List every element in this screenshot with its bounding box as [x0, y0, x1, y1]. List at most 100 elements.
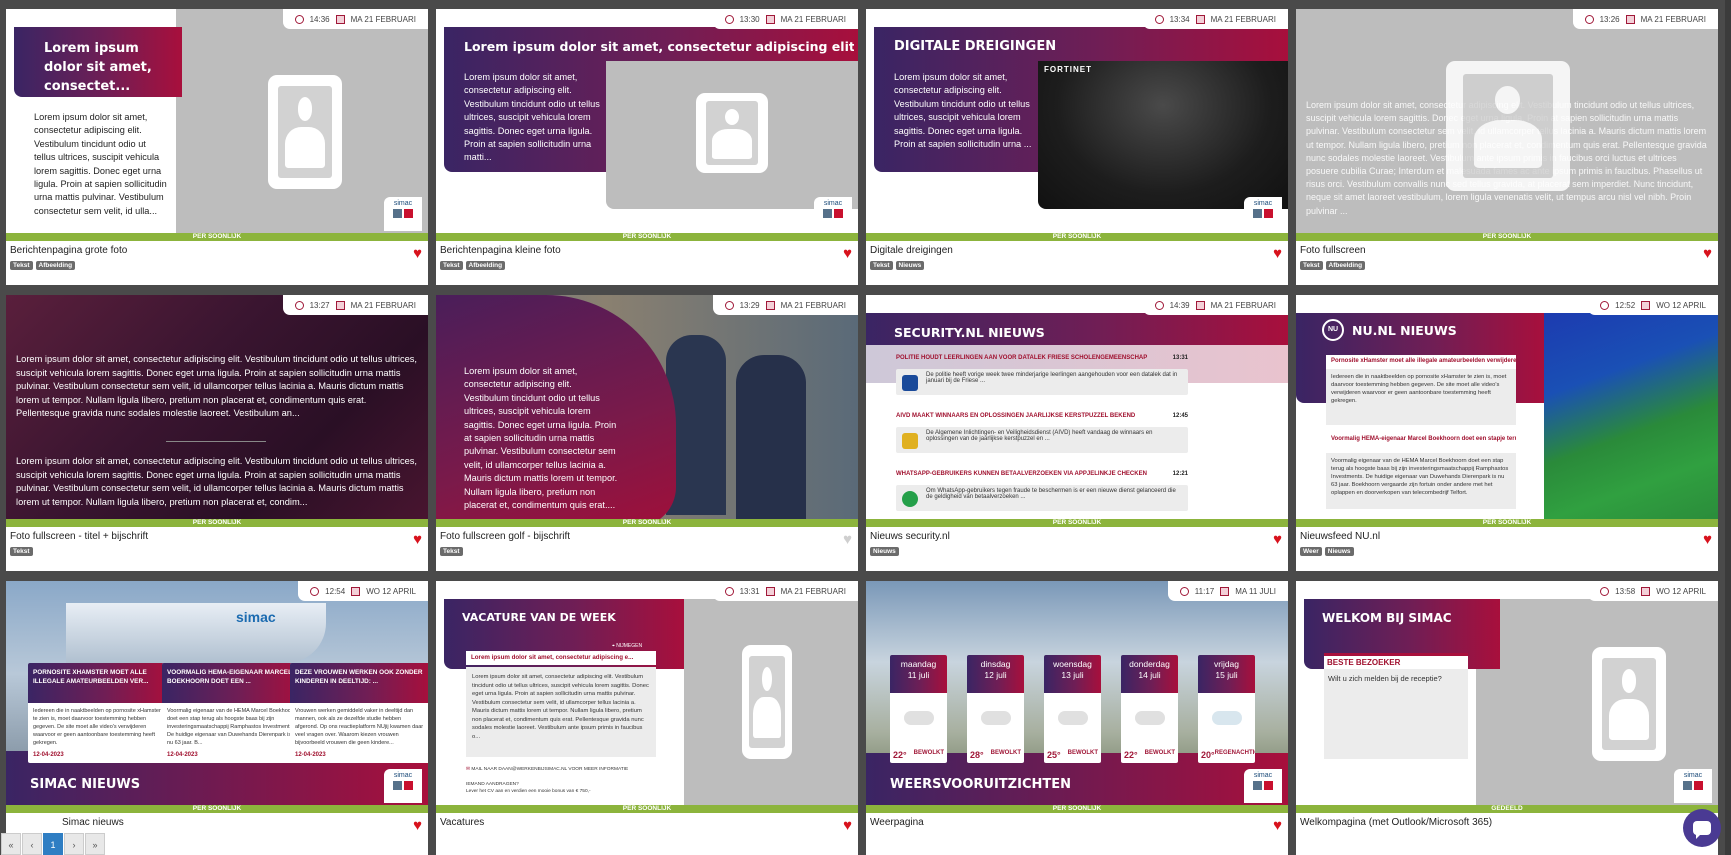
template-name: Simac nieuws — [62, 817, 124, 828]
calendar-icon — [351, 586, 361, 596]
job-description: Lorem ipsum dolor sit amet, consectetur … — [466, 667, 656, 757]
template-card[interactable]: FORTINET DIGITALE DREIGINGEN Lorem ipsum… — [866, 9, 1288, 285]
template-name: Foto fullscreen - titel + bijschrift — [10, 531, 149, 542]
favorite-heart-icon[interactable]: ♥ — [843, 818, 852, 833]
slide-title: NU.NL NIEUWS — [1352, 323, 1457, 338]
template-preview[interactable]: SECURITY.NL NIEUWS POLITIE HOUDT LEERLIN… — [866, 295, 1288, 527]
pager-first-button[interactable]: « — [1, 833, 21, 855]
police-icon — [902, 375, 918, 391]
template-card[interactable]: WELKOM BIJ SIMAC BESTE BEZOEKER Wilt u z… — [1296, 581, 1718, 855]
image-placeholder-icon — [696, 93, 768, 173]
template-card[interactable]: Lorem ipsum dolor sit amet, consectetur … — [436, 295, 858, 571]
slide-date: MA 21 FEBRUARI — [780, 300, 846, 310]
slide-title: WELKOM BIJ SIMAC — [1322, 611, 1452, 625]
tag-badge: Tekst — [440, 261, 463, 270]
tag-badge: Tekst — [440, 547, 463, 556]
pager-next-button[interactable]: › — [64, 833, 84, 855]
template-card[interactable]: simac PORNOSITE XHAMSTER MOET ALLE ILLEG… — [6, 581, 428, 855]
template-name: Berichtenpagina grote foto — [10, 245, 128, 256]
news-item: De Algemene Inlichtingen- en Veiligheids… — [896, 427, 1188, 453]
divider — [166, 441, 266, 442]
calendar-icon — [765, 586, 775, 596]
news-headline: VOORMALIG HEMA-EIGENAAR MARCEL BOEKHOORN… — [162, 663, 302, 703]
slide-time: 13:58 — [1615, 586, 1636, 596]
template-card[interactable]: maandag 11 juli 22° BEWOLKT dinsdag 12 juli 2… — [866, 581, 1288, 855]
slide-time: 14:39 — [1169, 300, 1190, 310]
calendar-icon — [335, 14, 345, 24]
favorite-heart-icon[interactable]: ♥ — [1703, 246, 1712, 261]
tag-badge: Tekst — [870, 261, 893, 270]
calendar-icon — [1195, 14, 1205, 24]
template-card[interactable]: Lorem ipsum dolor sit amet, consectet...… — [6, 9, 428, 285]
calendar-icon — [765, 14, 775, 24]
template-card[interactable]: Lorem ipsum dolor sit amet, consectetur … — [6, 295, 428, 571]
news-date: 12-04-2023 — [33, 752, 64, 758]
news-headline: POLITIE HOUDT LEERLINGEN AAN VOOR DATALE… — [896, 355, 1148, 361]
pager-last-button[interactable]: » — [85, 833, 105, 855]
favorite-heart-icon[interactable]: ♥ — [1703, 532, 1712, 547]
scrollbar[interactable] — [1725, 0, 1731, 855]
calendar-icon — [1641, 586, 1651, 596]
template-card[interactable]: Lorem ipsum dolor sit amet, consectetur … — [436, 9, 858, 285]
template-preview[interactable]: Lorem ipsum dolor sit amet, consectetur … — [6, 295, 428, 527]
template-card[interactable]: VACATURE VAN DE WEEK ⌖ NIJMEGEN Lorem ip… — [436, 581, 858, 855]
job-mail: ✉ MAIL NAAR DAAN@WERKENBIJSIMAC.NL VOOR … — [466, 767, 629, 772]
slide-time: 14:36 — [309, 14, 330, 24]
person-silhouette — [736, 355, 806, 525]
news-headline: Pornosite xHamster moet alle illegale am… — [1326, 355, 1516, 369]
favorite-heart-icon[interactable]: ♥ — [413, 818, 422, 833]
favorite-heart-icon[interactable]: ♥ — [843, 532, 852, 547]
favorite-heart-icon[interactable]: ♥ — [1273, 532, 1282, 547]
template-preview[interactable]: maandag 11 juli 22° BEWOLKT dinsdag 12 juli 2… — [866, 581, 1288, 813]
slide-time: 12:54 — [325, 586, 346, 596]
slide-date: MA 21 FEBRUARI — [780, 586, 846, 596]
template-card[interactable]: Lorem ipsum dolor sit amet, consectetur … — [1296, 9, 1718, 285]
template-preview[interactable]: Lorem ipsum dolor sit amet, consectet...… — [6, 9, 428, 241]
template-preview[interactable]: WELKOM BIJ SIMAC BESTE BEZOEKER Wilt u z… — [1296, 581, 1718, 813]
template-preview[interactable]: FORTINET DIGITALE DREIGINGEN Lorem ipsum… — [866, 9, 1288, 241]
video-brand: FORTINET — [1044, 65, 1092, 74]
simac-logo-icon: simac — [384, 197, 422, 231]
template-card[interactable]: SECURITY.NL NIEUWS POLITIE HOUDT LEERLIN… — [866, 295, 1288, 571]
favorite-heart-icon[interactable]: ♥ — [413, 532, 422, 547]
favorite-heart-icon[interactable]: ♥ — [1273, 246, 1282, 261]
pager-page-button[interactable]: 1 — [43, 833, 63, 855]
clock-icon — [1600, 300, 1610, 310]
favorite-heart-icon[interactable]: ♥ — [1273, 818, 1282, 833]
chat-bubble-icon[interactable] — [1683, 809, 1721, 847]
template-preview[interactable]: Lorem ipsum dolor sit amet, consectetur … — [436, 295, 858, 527]
clock-icon — [1154, 300, 1164, 310]
slide-date: MA 21 FEBRUARI — [780, 14, 846, 24]
news-headline: WHATSAPP-GEBRUIKERS KUNNEN BETAALVERZOEK… — [896, 471, 1147, 477]
news-card: DEZE VROUWEN WERKEN OOK ZONDER KINDEREN … — [290, 663, 428, 763]
slide-title: Lorem ipsum dolor sit amet, consectet... — [44, 41, 152, 94]
pager-prev-button[interactable]: ‹ — [22, 833, 42, 855]
building-photo: simac — [66, 603, 326, 663]
simac-logo-icon: simac — [384, 769, 422, 803]
tag-badge: Nieuws — [895, 261, 925, 270]
slide-title: DIGITALE DREIGINGEN — [894, 39, 1057, 54]
calendar-icon — [1220, 586, 1230, 596]
slide-topbar: 12:52 WO 12 APRIL — [1588, 295, 1718, 315]
template-card[interactable]: NU NU.NL NIEUWS Pornosite xHamster moet … — [1296, 295, 1718, 571]
clock-icon — [1600, 586, 1610, 596]
news-headline: AIVD MAAKT WINNAARS EN OPLOSSINGEN JAARL… — [896, 413, 1136, 419]
favorite-heart-icon[interactable]: ♥ — [413, 246, 422, 261]
slide-time: 11:17 — [1194, 586, 1215, 596]
template-preview[interactable]: Lorem ipsum dolor sit amet, consectetur … — [1296, 9, 1718, 241]
aivd-icon — [902, 433, 918, 449]
template-preview[interactable]: simac PORNOSITE XHAMSTER MOET ALLE ILLEG… — [6, 581, 428, 813]
weather-radar-map — [1544, 313, 1718, 527]
news-headline: PORNOSITE XHAMSTER MOET ALLE ILLEGALE AM… — [28, 663, 168, 703]
tag-badge: Tekst — [1300, 261, 1323, 270]
favorite-heart-icon[interactable]: ♥ — [843, 246, 852, 261]
template-grid: Lorem ipsum dolor sit amet, consectet...… — [6, 9, 1720, 855]
slide-body: Lorem ipsum dolor sit amet, consectetur … — [894, 72, 1032, 150]
template-preview[interactable]: VACATURE VAN DE WEEK ⌖ NIJMEGEN Lorem ip… — [436, 581, 858, 813]
forecast-day: dinsdag 12 juli 28° BEWOLKT — [967, 655, 1024, 763]
template-preview[interactable]: Lorem ipsum dolor sit amet, consectetur … — [436, 9, 858, 241]
news-date: 12-04-2023 — [167, 752, 198, 758]
template-name: Berichtenpagina kleine foto — [440, 245, 561, 256]
template-preview[interactable]: NU NU.NL NIEUWS Pornosite xHamster moet … — [1296, 295, 1718, 527]
tag-badge: Nieuws — [870, 547, 899, 556]
